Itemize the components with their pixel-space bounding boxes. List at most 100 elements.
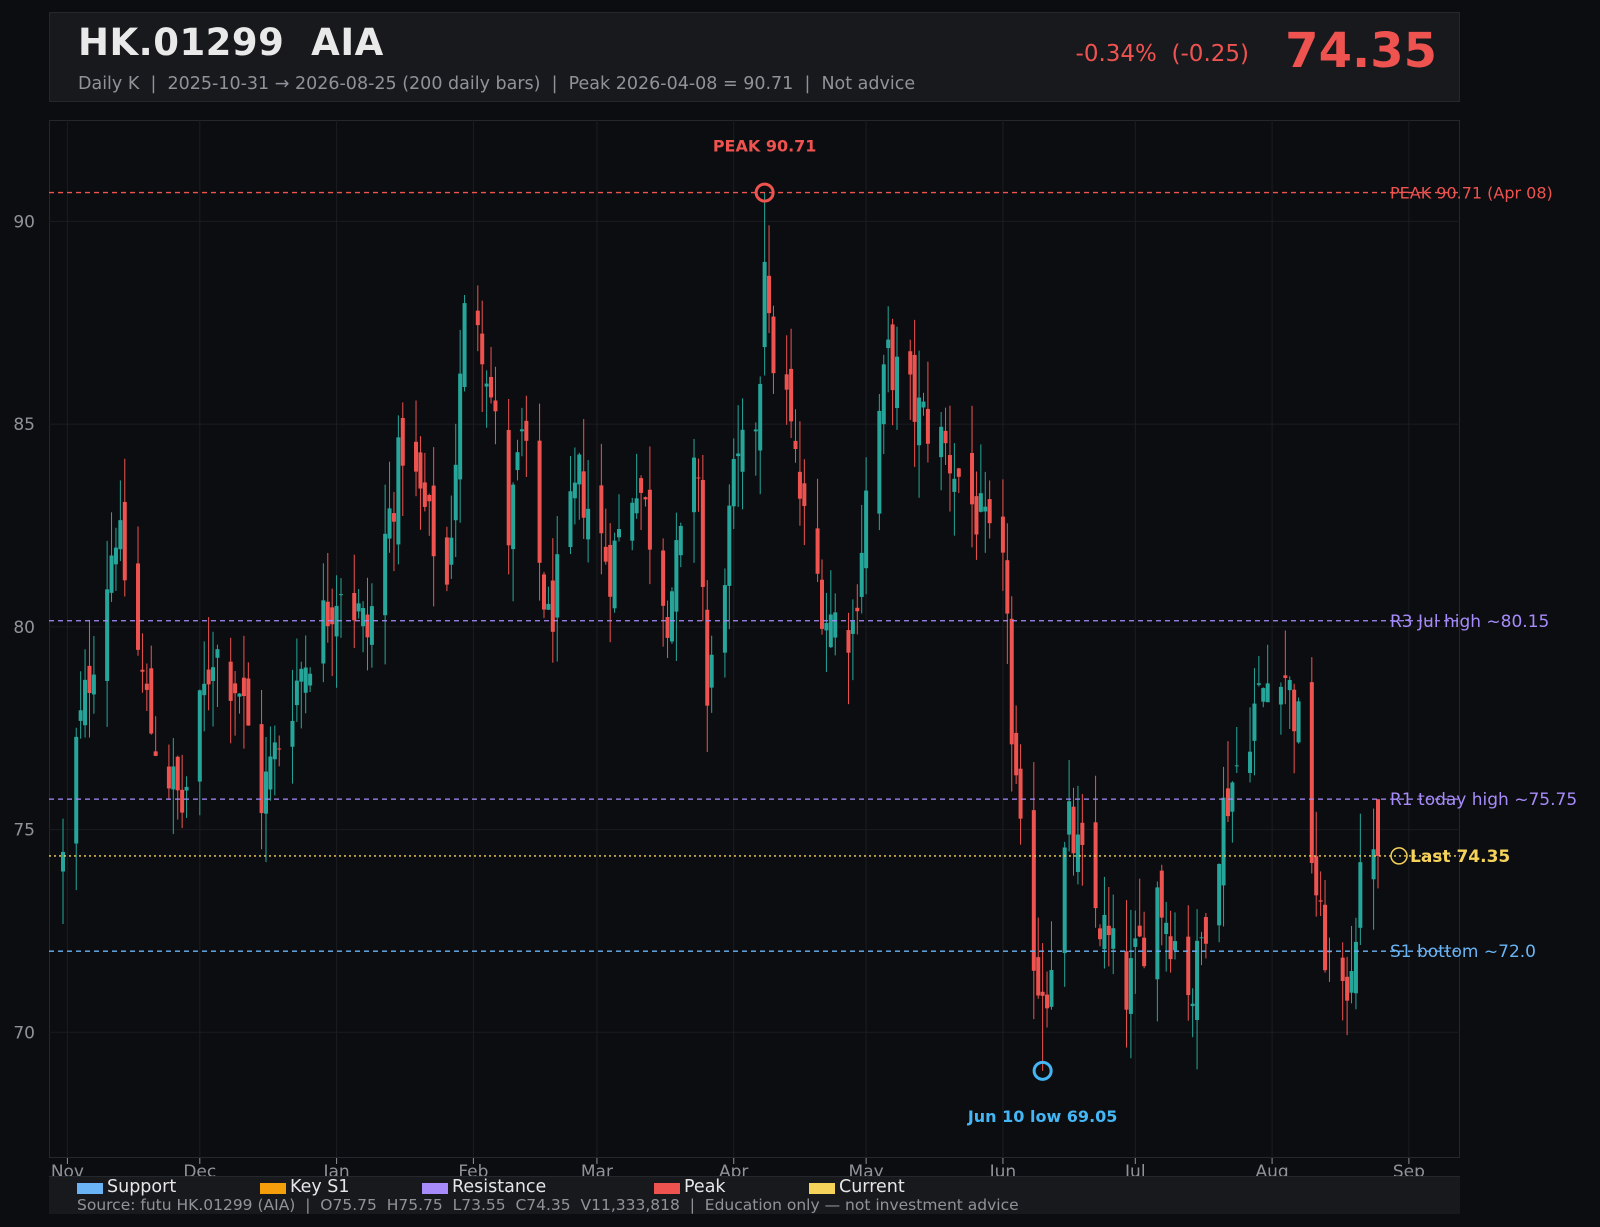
candle-body [700, 479, 705, 587]
candle-body [263, 771, 268, 814]
candle-body [1018, 768, 1023, 819]
candle-body [1040, 991, 1045, 996]
candle-body [1195, 940, 1200, 1021]
candle-body [762, 261, 767, 348]
candle-body [444, 537, 449, 585]
candle-body [105, 589, 110, 681]
candle-body [91, 674, 96, 695]
candle-body [87, 665, 92, 694]
candle-body [61, 851, 65, 872]
candle-body [859, 552, 864, 597]
candle-body [365, 614, 370, 638]
candle-body [908, 351, 913, 375]
candle-body [956, 468, 961, 477]
candle-body [1221, 797, 1226, 886]
candle-body [709, 654, 714, 688]
candle-body [881, 364, 886, 425]
legend-swatch [260, 1183, 286, 1194]
candle-body [639, 478, 644, 493]
candle-body [321, 600, 326, 664]
candle-body [493, 400, 498, 412]
candle-body [727, 505, 732, 586]
candle-body [665, 617, 670, 638]
candle-body [109, 555, 114, 593]
source-note: Source: futu HK.01299 (AIA) | O75.75 H75… [77, 1196, 1019, 1214]
candle-body [294, 680, 299, 706]
candle-body [1137, 925, 1142, 937]
candle-body [228, 661, 233, 701]
candle-body [303, 667, 308, 693]
candle-body [608, 544, 613, 597]
candle-body [678, 525, 683, 556]
candle-body [136, 563, 141, 650]
candle-body [118, 520, 123, 550]
candle-body [617, 529, 622, 538]
candle-body [140, 669, 145, 672]
candle-body [1323, 904, 1328, 971]
candle-body [1045, 994, 1050, 1009]
candle-body [1199, 937, 1204, 939]
candle-body [890, 324, 895, 391]
legend-swatch [809, 1183, 835, 1194]
candle-body [387, 508, 392, 539]
y-tick-label: 90 [13, 212, 35, 232]
candle-body [241, 677, 246, 697]
candle-body [970, 452, 975, 505]
candle-body [1049, 970, 1054, 1007]
candle-body [1000, 516, 1005, 553]
candle-body [983, 506, 988, 512]
candle-body [1142, 937, 1147, 967]
candle-body [1133, 938, 1138, 947]
candle-body [819, 579, 824, 629]
candle-body [1005, 560, 1010, 614]
legend-swatch [654, 1183, 680, 1194]
candle-body [272, 742, 277, 760]
candle-up [1296, 697, 1301, 744]
chart-footer: Support Key S1 Resistance Peak Current Sourc… [49, 1176, 1460, 1214]
legend-swatch [77, 1183, 103, 1194]
candle-body [572, 482, 577, 499]
candle-body [422, 482, 427, 507]
candle-body [1261, 688, 1266, 702]
candle-body [1345, 976, 1350, 1001]
candle-body [1155, 887, 1160, 980]
candle-body [740, 429, 745, 472]
level-label-current: Last 74.35 [1410, 847, 1510, 867]
candle-body [352, 592, 357, 621]
candle-up [877, 394, 882, 531]
legend-swatch [422, 1183, 448, 1194]
candle-body [1124, 951, 1129, 1010]
candle-up [669, 587, 674, 644]
candle-body [736, 453, 741, 457]
candle-body [1265, 683, 1270, 703]
candle-body [1075, 834, 1080, 873]
candle-body [1186, 936, 1191, 996]
candle-body [480, 333, 485, 365]
candle-body [1349, 971, 1354, 993]
candle-body [912, 354, 917, 422]
y-tick-label: 80 [13, 618, 35, 638]
level-label-resistance: R1 today high ~75.75 [1390, 790, 1577, 810]
candle-body [877, 410, 882, 514]
candle-body [1071, 806, 1076, 854]
candle-body [705, 609, 710, 706]
level-label-support: S1 bottom ~72.0 [1390, 942, 1536, 962]
candle-body [299, 668, 304, 682]
candle-body [1256, 683, 1261, 685]
candle-body [211, 667, 216, 682]
candle-body [577, 454, 582, 485]
candle-body [1309, 682, 1314, 863]
candle-body [669, 591, 674, 642]
candle-body [1097, 928, 1102, 940]
candle-body [586, 508, 591, 540]
candle-body [939, 426, 944, 458]
candle-body [895, 356, 900, 409]
candle-body [599, 485, 604, 534]
candle-body [952, 478, 957, 492]
candle-body [166, 766, 171, 789]
y-tick-label: 70 [13, 1023, 35, 1043]
candle-body [383, 533, 388, 616]
candle-body [1292, 689, 1297, 732]
candle-body [767, 275, 772, 314]
candle-body [78, 710, 83, 721]
